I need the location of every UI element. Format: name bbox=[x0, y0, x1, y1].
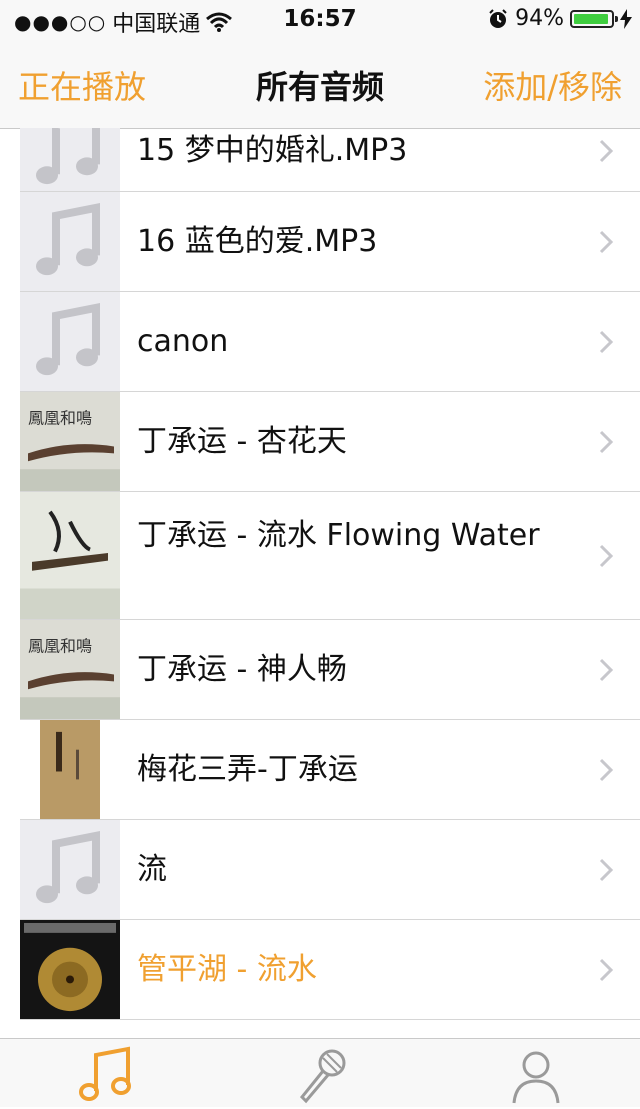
battery-icon bbox=[570, 9, 618, 28]
navigation-bar: 正在播放 所有音频 添加/移除 bbox=[0, 42, 640, 129]
tab-bar bbox=[0, 1038, 640, 1107]
song-title: 16 蓝色的爱.MP3 bbox=[137, 224, 378, 259]
song-row[interactable]: 15 梦中的婚礼.MP3 bbox=[20, 128, 640, 192]
song-row[interactable]: 梅花三弄-丁承运 bbox=[20, 720, 640, 820]
chevron-right-icon bbox=[599, 544, 614, 568]
alarm-clock-icon bbox=[489, 8, 507, 28]
music-note-placeholder-icon bbox=[20, 820, 120, 919]
song-title: 丁承运 - 杏花天 bbox=[137, 424, 347, 459]
album-art bbox=[20, 920, 120, 1019]
album-art: 鳳凰和鳴 bbox=[20, 392, 120, 491]
song-row[interactable]: 流 bbox=[20, 820, 640, 920]
music-note-placeholder-icon bbox=[20, 292, 120, 391]
song-row[interactable]: 管平湖 - 流水 bbox=[20, 920, 640, 1020]
song-row[interactable]: canon bbox=[20, 292, 640, 392]
song-row[interactable]: 16 蓝色的爱.MP3 bbox=[20, 192, 640, 292]
chevron-right-icon bbox=[599, 230, 614, 254]
song-title: 流 bbox=[137, 852, 167, 887]
tab-songs[interactable] bbox=[78, 1045, 138, 1105]
song-title: canon bbox=[137, 324, 229, 359]
status-right: 94% bbox=[487, 6, 632, 31]
album-art: 鳳凰和鳴 bbox=[20, 620, 120, 719]
tab-record[interactable] bbox=[292, 1045, 352, 1105]
album-art bbox=[20, 492, 120, 619]
song-list[interactable]: 15 梦中的婚礼.MP3 16 蓝色的爱.MP3 canon 鳳凰和鳴 丁承运 - 杏花… bbox=[20, 128, 640, 1038]
chevron-right-icon bbox=[599, 958, 614, 982]
battery-percent: 94% bbox=[515, 6, 564, 31]
tab-profile[interactable] bbox=[506, 1045, 566, 1105]
status-bar: ●●●○○ 中国联通 16:57 94% bbox=[0, 0, 640, 42]
song-title: 丁承运 - 神人畅 bbox=[137, 652, 347, 687]
song-row[interactable]: 鳳凰和鳴丁承运 - 神人畅 bbox=[20, 620, 640, 720]
song-row[interactable]: 丁承运 - 流水 Flowing Water bbox=[20, 492, 640, 620]
svg-text:鳳凰和鳴: 鳳凰和鳴 bbox=[28, 409, 92, 428]
chevron-right-icon bbox=[599, 758, 614, 782]
song-title: 梅花三弄-丁承运 bbox=[137, 752, 358, 787]
add-remove-button[interactable]: 添加/移除 bbox=[483, 62, 622, 108]
charging-bolt-icon bbox=[620, 8, 632, 29]
song-title: 管平湖 - 流水 bbox=[137, 952, 317, 987]
chevron-right-icon bbox=[599, 858, 614, 882]
music-note-placeholder-icon bbox=[20, 128, 120, 191]
music-note-placeholder-icon bbox=[20, 192, 120, 291]
microphone-icon bbox=[299, 1049, 346, 1104]
chevron-right-icon bbox=[599, 139, 614, 163]
svg-text:鳳凰和鳴: 鳳凰和鳴 bbox=[28, 637, 92, 656]
chevron-right-icon bbox=[599, 430, 614, 454]
album-art bbox=[20, 720, 120, 819]
chevron-right-icon bbox=[599, 330, 614, 354]
song-row[interactable]: 鳳凰和鳴丁承运 - 杏花天 bbox=[20, 392, 640, 492]
chevron-right-icon bbox=[599, 658, 614, 682]
person-icon bbox=[512, 1051, 560, 1104]
song-title: 丁承运 - 流水 Flowing Water bbox=[137, 518, 540, 553]
music-note-icon bbox=[79, 1046, 131, 1101]
song-title: 15 梦中的婚礼.MP3 bbox=[137, 133, 408, 168]
